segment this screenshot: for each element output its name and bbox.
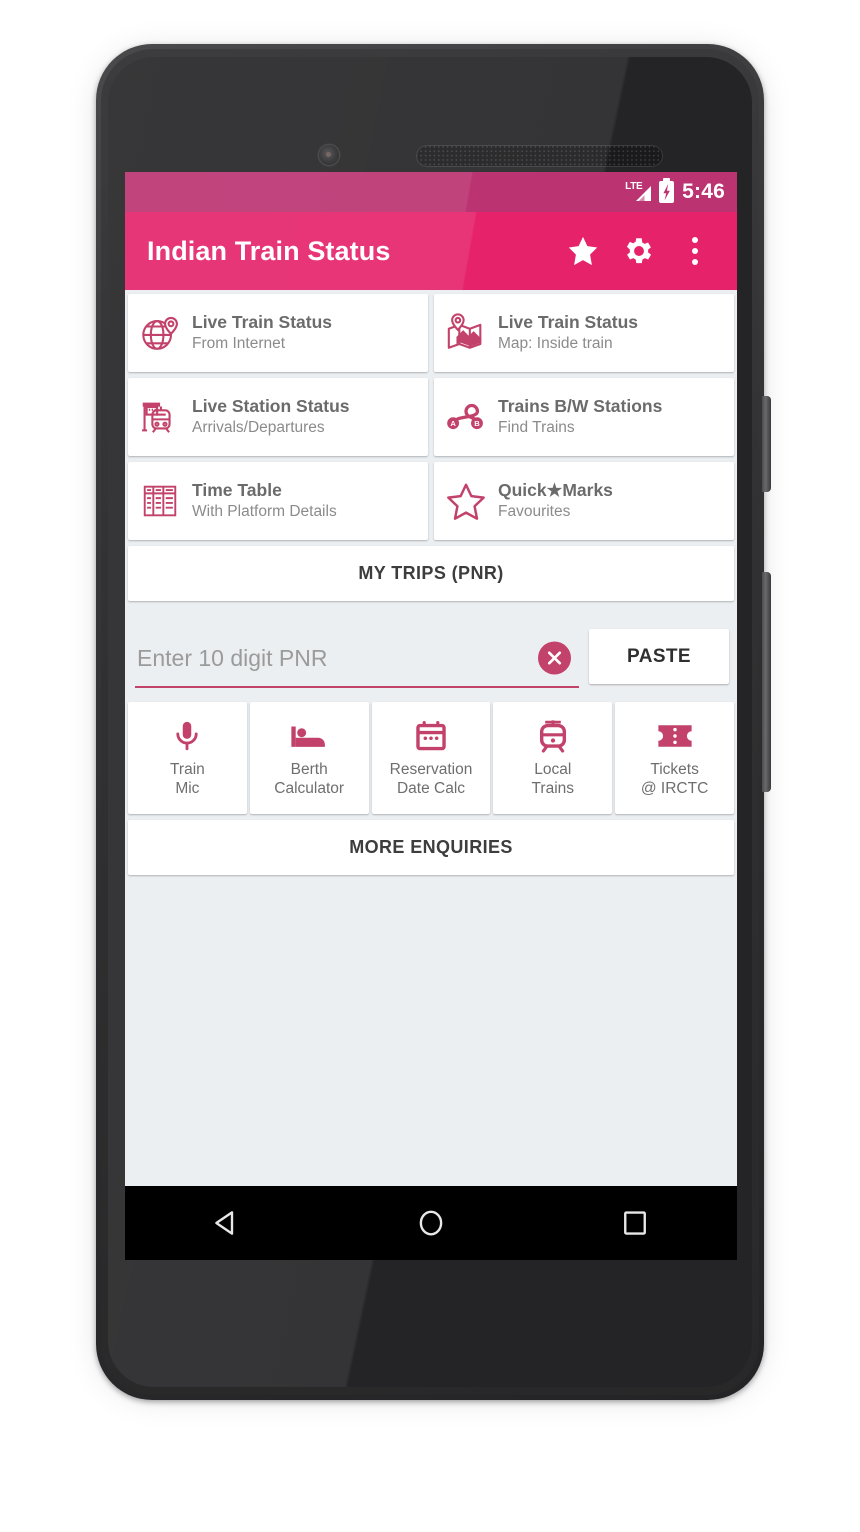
star-outline-icon [444,479,488,523]
quick-action-tickets-irctc[interactable]: Tickets @ IRCTC [615,702,734,814]
battery-charging-icon [659,178,675,203]
square-recents-icon [624,1211,646,1235]
quick-action-label: Tickets @ IRCTC [641,761,708,799]
quick-actions-row: Train Mic Berth Calculator Reservation D… [125,702,737,814]
tile-text: Live Train Status From Internet [192,312,332,354]
tile-subtitle: From Internet [192,334,286,352]
screenshot-root: LTE 5:46 Indian Train Status Live Train … [0,0,860,1532]
feature-tile-grid: Live Train Status From Internet Live Tra… [125,290,737,540]
quick-action-reservation-date-calc[interactable]: Reservation Date Calc [371,702,491,814]
gear-icon [626,238,652,264]
globe-pin-icon [138,311,182,355]
nav-home-button[interactable] [386,1186,476,1260]
volume-rocker-button[interactable] [762,572,771,792]
close-icon [547,651,562,665]
tile-live-train-status-map[interactable]: Live Train Status Map: Inside train [434,294,734,372]
timetable-grid-icon [138,479,182,523]
tile-subtitle: Map: Inside train [498,334,613,352]
calendar-icon [414,717,448,755]
tile-subtitle: Find Trains [498,418,575,436]
microphone-icon [170,717,204,755]
more-vertical-icon [692,237,698,265]
ticket-icon [657,717,693,755]
tram-icon [537,717,569,755]
quick-action-berth-calculator[interactable]: Berth Calculator [249,702,369,814]
tile-text: Quick★Marks Favourites [498,480,613,522]
signal-bars-icon: LTE [625,181,652,202]
tile-title: Live Station Status [192,395,350,416]
svg-text:A: A [450,419,456,428]
tile-title: Quick★Marks [498,479,613,500]
status-bar: LTE 5:46 [125,172,737,212]
settings-button[interactable] [611,223,667,279]
earpiece-speaker-grille [416,145,663,167]
tile-live-train-status-internet[interactable]: Live Train Status From Internet [128,294,428,372]
tile-title: Trains B/W Stations [498,395,663,416]
battery-bolt-glyph [663,184,670,201]
quick-action-local-trains[interactable]: Local Trains [493,702,613,814]
tile-text: Live Station Status Arrivals/Departures [192,396,350,438]
quick-action-line2: Trains [531,780,575,797]
quick-action-line1: Local [534,761,572,779]
bed-icon [290,717,328,755]
quick-action-line1: Tickets [650,761,699,779]
signal-bars-glyph [636,186,652,201]
tile-title: Live Train Status [192,311,333,332]
tile-text: Live Train Status Map: Inside train [498,312,638,354]
circle-home-icon [419,1210,443,1236]
svg-text:B: B [474,419,480,428]
quick-action-line1: Train [170,761,205,779]
map-pin-icon [444,311,488,355]
quick-action-label: Train Mic [170,761,205,799]
route-ab-icon: A B [444,395,488,439]
favourites-star-button[interactable] [555,223,611,279]
front-camera-icon [319,145,339,165]
tile-text: Trains B/W Stations Find Trains [498,396,662,438]
pnr-input-field[interactable] [135,630,579,688]
quick-action-line2: Mic [175,780,200,797]
power-button[interactable] [762,396,771,492]
triangle-back-icon [215,1211,234,1235]
status-bar-clock: 5:46 [682,180,725,203]
tile-subtitle: Arrivals/Departures [192,418,325,436]
page-title: Indian Train Status [147,235,391,266]
more-enquiries-button[interactable]: MORE ENQUIRIES [128,820,734,875]
paste-button[interactable]: PASTE [589,629,729,684]
tile-time-table[interactable]: Time Table With Platform Details [128,462,428,540]
overflow-menu-button[interactable] [667,223,723,279]
quick-action-train-mic[interactable]: Train Mic [128,702,247,814]
quick-action-line2: Calculator [274,780,345,797]
quick-action-line1: Reservation [389,761,473,779]
tile-quick-marks[interactable]: Quick★Marks Favourites [434,462,734,540]
tile-live-station-status[interactable]: Live Station Status Arrivals/Departures [128,378,428,456]
quick-action-label: Berth Calculator [274,761,344,799]
station-train-icon [138,395,182,439]
android-nav-bar [125,1186,737,1260]
quick-action-line1: Berth [290,761,328,779]
quick-action-line2: @ IRCTC [640,780,709,797]
tile-title: Live Train Status [498,311,639,332]
clear-circle-icon[interactable] [538,641,571,675]
app-bar: Indian Train Status [125,212,737,290]
tile-subtitle: With Platform Details [192,502,337,520]
tile-title: Time Table [192,479,282,500]
nav-recents-button[interactable] [590,1186,680,1260]
main-content: Live Train Status From Internet Live Tra… [125,290,737,875]
tile-subtitle: Favourites [498,502,571,520]
tile-trains-between-stations[interactable]: A B Trains B/W Stations Find Trains [434,378,734,456]
star-icon [568,236,598,266]
quick-action-label: Local Trains [532,761,575,799]
pnr-input[interactable] [135,644,579,672]
quick-action-label: Reservation Date Calc [390,761,473,799]
nav-back-button[interactable] [182,1186,272,1260]
phone-screen: LTE 5:46 Indian Train Status Live Train … [125,172,737,1260]
tile-text: Time Table With Platform Details [192,480,337,522]
quick-action-line2: Date Calc [396,780,466,797]
my-trips-pnr-button[interactable]: MY TRIPS (PNR) [128,546,734,601]
pnr-entry-row: PASTE [125,601,737,702]
